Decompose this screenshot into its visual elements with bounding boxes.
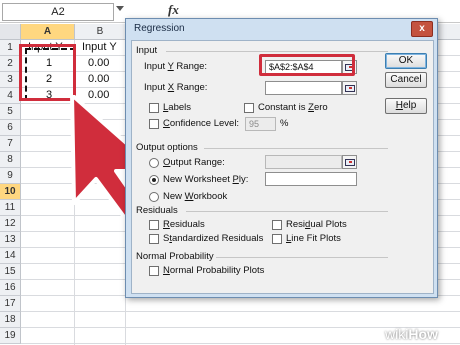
input-group-title: Input: [136, 45, 158, 56]
name-box[interactable]: A2: [2, 3, 114, 21]
residuals-checkbox[interactable]: [149, 220, 159, 230]
row-header[interactable]: 11: [0, 200, 21, 216]
row-header[interactable]: 16: [0, 280, 21, 296]
output-group-title: Output options: [136, 142, 198, 153]
confidence-level-field[interactable]: 95: [245, 117, 276, 131]
select-all-corner[interactable]: [0, 24, 21, 39]
help-button[interactable]: Help: [385, 98, 427, 114]
group-separator: [186, 211, 388, 212]
column-header-a[interactable]: A: [21, 24, 75, 39]
new-worksheet-ply-label: New Worksheet Ply:: [163, 174, 249, 185]
group-separator: [216, 257, 388, 258]
new-workbook-label: New Workbook: [163, 191, 228, 202]
row-header[interactable]: 1: [0, 40, 21, 56]
row-header[interactable]: 8: [0, 152, 21, 168]
row-header[interactable]: 12: [0, 216, 21, 232]
row-header[interactable]: 2: [0, 56, 21, 72]
residuals-group-title: Residuals: [136, 205, 178, 216]
group-separator: [204, 148, 388, 149]
normal-probability-group-title: Normal Probability: [136, 251, 214, 262]
standardized-residuals-checkbox[interactable]: [149, 234, 159, 244]
output-range-label: Output Range:: [163, 157, 225, 168]
constant-zero-label: Constant is Zero: [258, 102, 328, 113]
row-header[interactable]: 7: [0, 136, 21, 152]
column-header-b[interactable]: B: [75, 24, 126, 39]
close-button[interactable]: x: [411, 21, 433, 37]
labels-label: Labels: [163, 102, 192, 113]
confidence-level-label: Confidence Level:: [163, 118, 240, 129]
line-fit-plots-checkbox[interactable]: [272, 234, 282, 244]
collapse-dialog-x-button[interactable]: [342, 81, 357, 95]
constant-zero-checkbox[interactable]: [244, 103, 254, 113]
dialog-body: Input Input Y Range: $A$2:$A$4 Input X R…: [131, 40, 434, 294]
output-range-radio[interactable]: [149, 158, 159, 168]
normal-probability-plots-checkbox[interactable]: [149, 266, 159, 276]
input-x-range-field[interactable]: [265, 81, 342, 95]
name-box-dropdown-icon[interactable]: [116, 6, 124, 11]
collapse-dialog-output-button[interactable]: [342, 155, 357, 169]
cell-b3[interactable]: 0.00: [88, 72, 109, 87]
highlight-box-cells: [19, 44, 76, 101]
residual-plots-label: Residual Plots: [286, 219, 347, 230]
row-header[interactable]: 5: [0, 104, 21, 120]
cell-b2[interactable]: 0.00: [88, 56, 109, 71]
confidence-level-checkbox[interactable]: [149, 119, 159, 129]
line-fit-plots-label: Line Fit Plots: [286, 233, 341, 244]
standardized-residuals-label: Standardized Residuals: [163, 233, 264, 244]
row-gridline: [21, 311, 460, 312]
row-header[interactable]: 13: [0, 232, 21, 248]
group-separator: [166, 51, 388, 52]
input-x-range-label: Input X Range:: [144, 82, 208, 93]
cancel-button[interactable]: Cancel: [385, 72, 427, 88]
cell-b1[interactable]: Input Y: [82, 40, 117, 55]
output-range-field[interactable]: [265, 155, 342, 169]
residual-plots-checkbox[interactable]: [272, 220, 282, 230]
input-y-range-label: Input Y Range:: [144, 61, 208, 72]
row-gridline: [21, 343, 460, 344]
row-header[interactable]: 3: [0, 72, 21, 88]
row-header[interactable]: 15: [0, 264, 21, 280]
new-worksheet-ply-field[interactable]: [265, 172, 357, 186]
row-header[interactable]: 19: [0, 328, 21, 344]
labels-checkbox[interactable]: [149, 103, 159, 113]
row-header[interactable]: 10: [0, 184, 21, 200]
dialog-title: Regression: [134, 23, 185, 34]
ok-button[interactable]: OK: [385, 53, 427, 69]
wikihow-watermark: wikiHow: [385, 326, 438, 342]
row-header[interactable]: 4: [0, 88, 21, 104]
row-header[interactable]: 14: [0, 248, 21, 264]
row-header[interactable]: 9: [0, 168, 21, 184]
highlight-box-input-y: [259, 54, 355, 76]
row-header[interactable]: 6: [0, 120, 21, 136]
new-workbook-radio[interactable]: [149, 192, 159, 202]
row-header[interactable]: 17: [0, 296, 21, 312]
normal-probability-plots-label: Normal Probability Plots: [163, 265, 265, 276]
residuals-label: Residuals: [163, 219, 205, 230]
new-worksheet-ply-radio[interactable]: [149, 175, 159, 185]
row-header[interactable]: 18: [0, 312, 21, 328]
fx-icon[interactable]: fx: [168, 2, 179, 18]
percent-label: %: [280, 118, 289, 129]
